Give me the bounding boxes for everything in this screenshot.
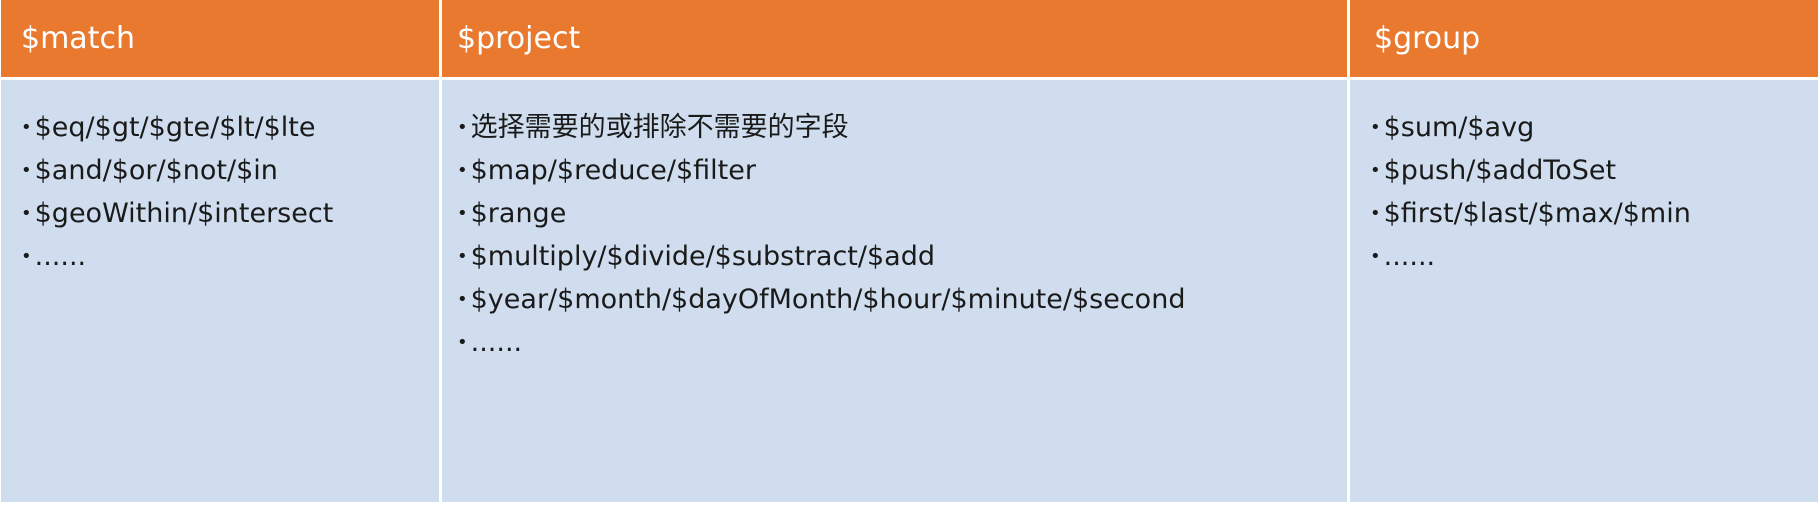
- list-item: $multiply/$divide/$substract/$add: [457, 235, 1347, 278]
- match-column: $eq/$gt/$gte/$lt/$lte $and/$or/$not/$in …: [0, 80, 441, 502]
- list-item: $push/$addToSet: [1370, 149, 1818, 192]
- list-item: $eq/$gt/$gte/$lt/$lte: [21, 106, 439, 149]
- project-operator-list: 选择需要的或排除不需要的字段 $map/$reduce/$filter $ran…: [457, 106, 1347, 364]
- list-item: ......: [1370, 235, 1818, 278]
- list-item: ......: [21, 235, 439, 278]
- list-item: $first/$last/$max/$min: [1370, 192, 1818, 235]
- header-project: $project: [441, 0, 1349, 80]
- header-group: $group: [1349, 0, 1818, 80]
- group-operator-list: $sum/$avg $push/$addToSet $first/$last/$…: [1370, 106, 1818, 278]
- list-item: $sum/$avg: [1370, 106, 1818, 149]
- header-match: $match: [0, 0, 441, 80]
- list-item: $map/$reduce/$filter: [457, 149, 1347, 192]
- aggregation-operators-table: $match $project $group $eq/$gt/$gte/$lt/…: [0, 0, 1818, 502]
- list-item: $year/$month/$dayOfMonth/$hour/$minute/$…: [457, 278, 1347, 321]
- match-operator-list: $eq/$gt/$gte/$lt/$lte $and/$or/$not/$in …: [21, 106, 439, 278]
- list-item: $and/$or/$not/$in: [21, 149, 439, 192]
- list-item: $range: [457, 192, 1347, 235]
- project-column: 选择需要的或排除不需要的字段 $map/$reduce/$filter $ran…: [441, 80, 1349, 502]
- group-column: $sum/$avg $push/$addToSet $first/$last/$…: [1349, 80, 1818, 502]
- list-item: $geoWithin/$intersect: [21, 192, 439, 235]
- list-item: ......: [457, 321, 1347, 364]
- list-item: 选择需要的或排除不需要的字段: [457, 106, 1347, 149]
